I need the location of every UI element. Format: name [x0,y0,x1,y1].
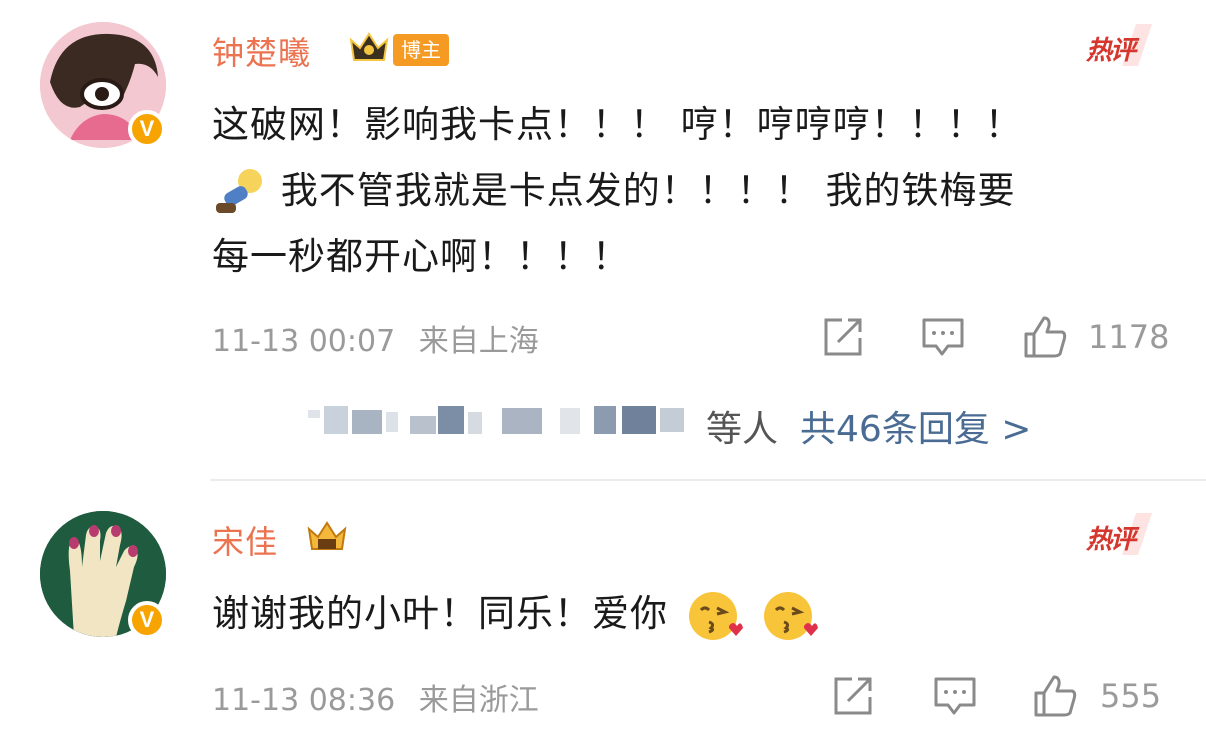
comment-icon[interactable] [920,314,966,360]
reply-summary[interactable]: 等人 共46条回复 > [212,398,1112,450]
comment-card: V 钟楚曦 博主 热评 这破网！影响我卡点！！！ 哼！哼哼哼！！！！ 我不管我就… [0,0,1206,480]
kiss-emoji [763,591,818,640]
thumbs-up-icon[interactable] [1022,314,1068,360]
comment-actions: 555 [0,671,1206,721]
comment-card: V 宋佳 热评 谢谢我的小叶！同乐！爱你 11-13 08:36 来自浙江 55… [0,481,1206,751]
share-icon[interactable] [820,314,866,360]
like-count: 555 [1100,677,1162,715]
comment-icon[interactable] [932,673,978,719]
kiss-emoji [688,591,743,640]
crown-icon [348,30,390,64]
hot-comment-badge: 热评 [1076,22,1156,68]
like-count: 1178 [1088,318,1170,356]
thumbs-up-icon[interactable] [1032,673,1078,719]
reply-users-suffix: 等人 [706,409,779,450]
lying-down-emoji [216,168,262,213]
username[interactable]: 宋佳 [212,517,278,563]
username[interactable]: 钟楚曦 [212,28,311,74]
comment-text: 谢谢我的小叶！同乐！爱你 [212,581,1152,647]
verified-badge: V [128,601,166,639]
verified-badge: V [128,110,166,148]
hot-comment-badge: 热评 [1076,511,1156,557]
blurred-usernames [308,406,684,434]
view-replies-link[interactable]: 共46条回复 > [800,409,1031,450]
blogger-tag: 博主 [393,34,449,66]
crown-icon [306,519,348,553]
share-icon[interactable] [830,673,876,719]
comment-text: 这破网！影响我卡点！！！ 哼！哼哼哼！！！！ 我不管我就是卡点发的！！！！ 我的… [212,103,1023,278]
comment-actions: 1178 [0,312,1206,362]
